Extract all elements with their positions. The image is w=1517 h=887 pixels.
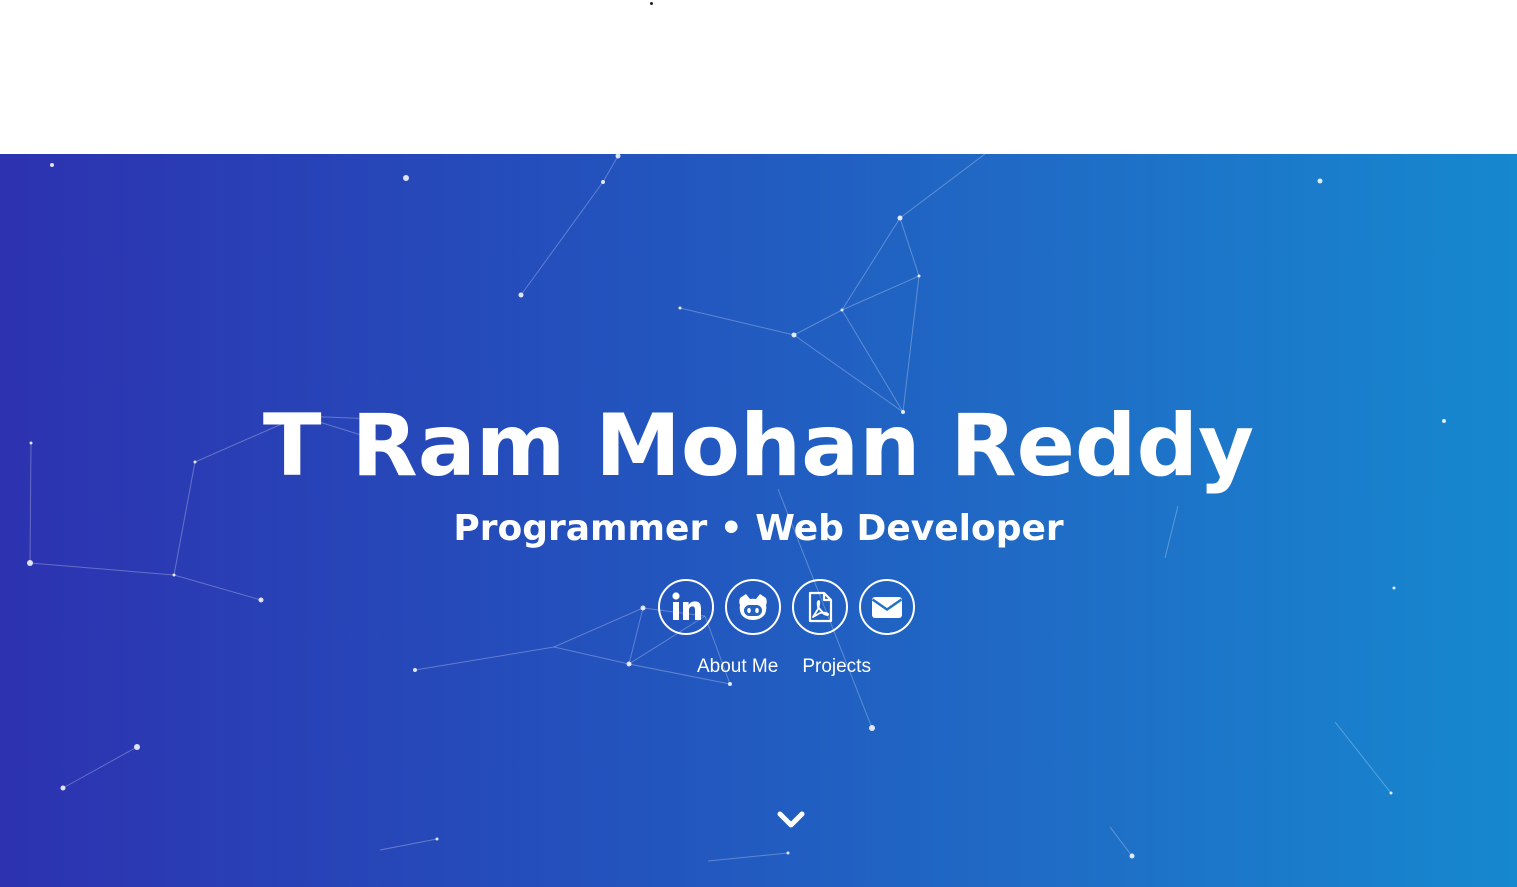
projects-link[interactable]: Projects [802,656,871,678]
github-button[interactable] [725,579,781,635]
pdf-resume-icon [808,591,833,623]
page-dot [650,2,653,5]
email-button[interactable] [859,579,915,635]
hero-section: T Ram Mohan Reddy Programmer • Web Devel… [0,154,1517,887]
chevron-down-icon[interactable] [776,809,806,831]
hero-nav-links: About Me Projects [697,656,871,678]
social-links [658,579,915,635]
hero-subtitle: Programmer • Web Developer [453,508,1064,549]
resume-pdf-button[interactable] [792,579,848,635]
github-icon [739,594,767,620]
hero-title: T Ram Mohan Reddy [262,396,1255,496]
linkedin-button[interactable] [658,579,714,635]
linkedin-icon [672,592,701,620]
about-me-link[interactable]: About Me [697,656,778,678]
envelope-icon [871,597,903,618]
